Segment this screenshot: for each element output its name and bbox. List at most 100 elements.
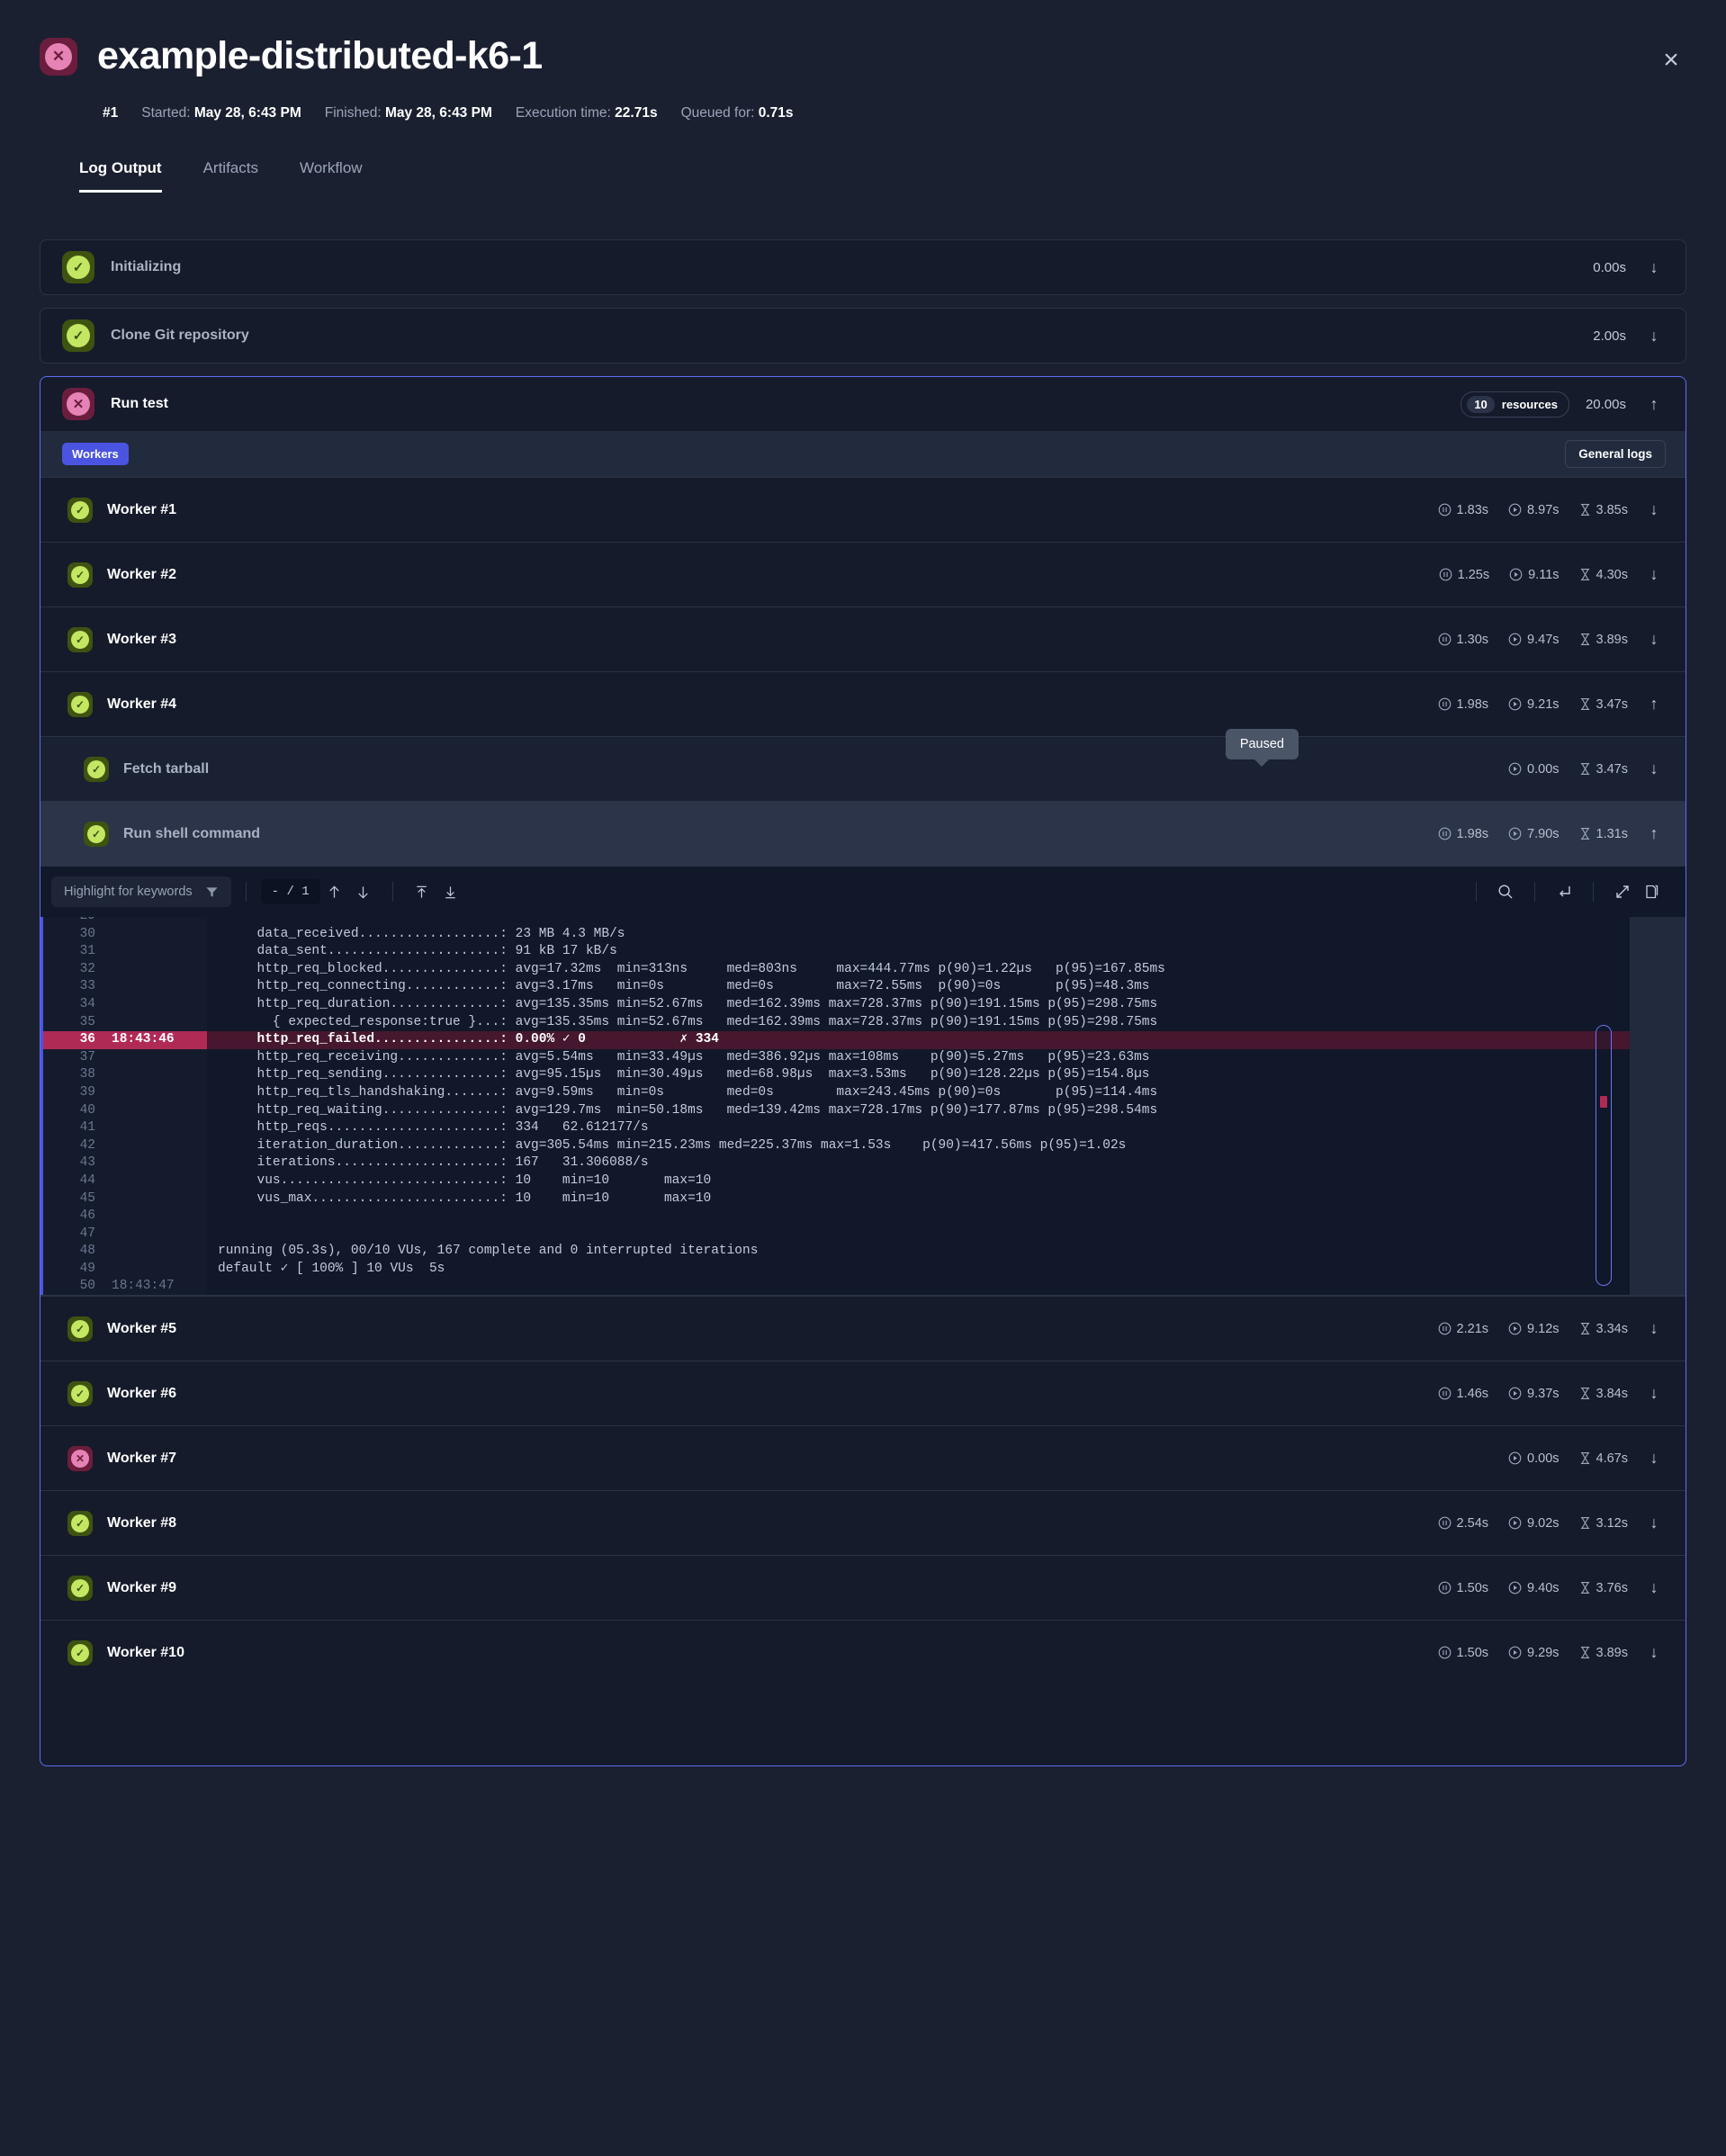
worker-status-fail-icon: ✕ (67, 1446, 93, 1471)
worker-row[interactable]: ✓ Worker #4 1.98s 9.21s 3.47s ↑ (40, 671, 1686, 736)
filter-icon[interactable] (205, 885, 219, 899)
log-line: 45 vus_max........................: 10 m… (43, 1190, 1630, 1208)
pause-circle-icon (1438, 633, 1452, 646)
step-header[interactable]: ✕ Run test 10 resources 20.00s ↑ (40, 377, 1686, 431)
worker-stats: 1.30s 9.47s 3.89s (1438, 633, 1628, 647)
runtime-value: 0.00s (1527, 1451, 1559, 1466)
log-line: 40 http_req_waiting...............: avg=… (43, 1102, 1630, 1120)
chevron-up-icon[interactable]: ↑ (1642, 822, 1666, 846)
worker-row[interactable]: ✓ Worker #10 1.50s 9.29s 3.89s ↓ (40, 1620, 1686, 1684)
resources-label: resources (1502, 398, 1558, 411)
chevron-down-icon[interactable]: ↓ (1642, 499, 1666, 522)
log-output-area[interactable]: 2930 data_received..................: 23… (40, 917, 1686, 1295)
log-line: 46 (43, 1208, 1630, 1226)
log-line: 49default ✓ [ 100% ] 10 VUs 5s (43, 1261, 1630, 1279)
tab-artifacts[interactable]: Artifacts (203, 159, 258, 193)
paused-duration: 1.98s (1438, 697, 1488, 712)
worker-row[interactable]: ✓ Worker #5 2.21s 9.12s 3.34s ↓ (40, 1296, 1686, 1361)
log-scrollbar[interactable] (1596, 1025, 1612, 1286)
log-line-number: 35 (43, 1014, 99, 1032)
close-icon[interactable]: × (1656, 45, 1686, 76)
meta-started: Started: May 28, 6:43 PM (141, 105, 301, 121)
arrow-up-icon[interactable] (320, 877, 349, 906)
hourglass-icon (1579, 827, 1591, 840)
log-line: 39 http_req_tls_handshaking.......: avg=… (43, 1084, 1630, 1102)
chevron-down-icon[interactable]: ↓ (1642, 1641, 1666, 1665)
worker-stats: 1.83s 8.97s 3.85s (1438, 503, 1628, 517)
expand-icon[interactable] (1608, 877, 1637, 906)
chevron-up-icon[interactable]: ↑ (1642, 693, 1666, 716)
log-line-number: 49 (43, 1261, 99, 1279)
play-circle-icon (1508, 633, 1522, 646)
chevron-down-icon[interactable]: ↓ (1642, 324, 1666, 347)
step-clone-git-repository[interactable]: ✓ Clone Git repository 2.00s ↓ (40, 308, 1686, 364)
search-icon[interactable] (1491, 877, 1520, 906)
log-line-text: http_req_receiving.............: avg=5.5… (207, 1049, 1630, 1067)
step-header[interactable]: ✓ Clone Git repository 2.00s ↓ (40, 309, 1686, 363)
arrow-down-icon[interactable] (349, 877, 378, 906)
worker-row[interactable]: ✓ Worker #8 2.54s 9.02s 3.12s ↓ (40, 1490, 1686, 1555)
log-line-text: iterations.....................: 167 31.… (207, 1154, 1630, 1172)
play-circle-icon (1508, 1322, 1522, 1335)
tab-log-output[interactable]: Log Output (79, 159, 162, 193)
chevron-down-icon[interactable]: ↓ (1642, 563, 1666, 587)
log-line: 35 { expected_response:true }...: avg=13… (43, 1014, 1630, 1032)
x-icon: ✕ (45, 43, 72, 70)
runtime-duration: 9.40s (1508, 1581, 1559, 1595)
log-line: 33 http_req_connecting............: avg=… (43, 978, 1630, 996)
chevron-down-icon[interactable]: ↓ (1642, 1317, 1666, 1341)
queued-duration: 3.89s (1579, 633, 1628, 647)
log-line-text: http_req_duration..............: avg=135… (207, 996, 1630, 1014)
worker-row[interactable]: ✓ Worker #2 1.25s 9.11s 4.30s ↓ (40, 542, 1686, 606)
jump-to-bottom-icon[interactable] (436, 877, 465, 906)
paused-value: 2.54s (1457, 1516, 1488, 1531)
substep-row-selected[interactable]: ✓ Run shell command 1.98s 7.90s 1.31s ↑ (40, 801, 1686, 866)
chevron-down-icon[interactable]: ↓ (1642, 758, 1666, 781)
wrap-lines-icon[interactable] (1550, 877, 1578, 906)
tab-workflow[interactable]: Workflow (300, 159, 363, 193)
general-logs-button[interactable]: General logs (1565, 440, 1666, 468)
step-status-success-icon: ✓ (62, 319, 94, 352)
copy-icon[interactable] (1637, 877, 1666, 906)
paused-duration: 1.25s (1439, 568, 1489, 582)
chevron-down-icon[interactable]: ↓ (1642, 256, 1666, 279)
worker-row[interactable]: ✓ Worker #1 1.83s 8.97s 3.85s ↓ (40, 477, 1686, 542)
chevron-down-icon[interactable]: ↓ (1642, 1577, 1666, 1600)
chevron-down-icon[interactable]: ↓ (1642, 628, 1666, 651)
workers-chip[interactable]: Workers (62, 443, 129, 465)
check-icon: ✓ (71, 1579, 89, 1597)
chevron-down-icon[interactable]: ↓ (1642, 1512, 1666, 1535)
substep-row[interactable]: ✓ Fetch tarball Paused 0.00s 3.47s ↓ (40, 736, 1686, 801)
check-icon: ✓ (71, 1320, 89, 1338)
step-initializing[interactable]: ✓ Initializing 0.00s ↓ (40, 239, 1686, 295)
worker-row[interactable]: ✓ Worker #3 1.30s 9.47s 3.89s ↓ (40, 606, 1686, 671)
log-line-text: http_req_failed................: 0.00% ✓… (207, 1031, 1630, 1049)
queued-duration: 3.85s (1579, 503, 1628, 517)
log-line-text: vus_max........................: 10 min=… (207, 1190, 1630, 1208)
highlight-keywords-input[interactable]: Highlight for keywords (51, 876, 231, 907)
log-line: 42 iteration_duration.............: avg=… (43, 1137, 1630, 1155)
log-scroll-region[interactable]: 2930 data_received..................: 23… (43, 917, 1630, 1295)
worker-row[interactable]: ✓ Worker #6 1.46s 9.37s 3.84s ↓ (40, 1361, 1686, 1425)
highlight-keywords-placeholder: Highlight for keywords (64, 885, 193, 899)
log-line-number: 45 (43, 1190, 99, 1208)
resources-badge[interactable]: 10 resources (1461, 391, 1569, 418)
worker-status-success-icon: ✓ (67, 498, 93, 523)
meta-execution-time-label: Execution time: (516, 105, 611, 121)
worker-row[interactable]: ✓ Worker #9 1.50s 9.40s 3.76s ↓ (40, 1555, 1686, 1620)
paused-value: 1.50s (1457, 1581, 1488, 1595)
paused-value: 1.50s (1457, 1646, 1488, 1660)
chevron-down-icon[interactable]: ↓ (1642, 1447, 1666, 1470)
chevron-up-icon[interactable]: ↑ (1642, 392, 1666, 416)
paused-value: 1.30s (1457, 633, 1488, 647)
log-line-text: data_received..................: 23 MB 4… (207, 926, 1630, 944)
step-header[interactable]: ✓ Initializing 0.00s ↓ (40, 240, 1686, 294)
worker-row[interactable]: ✕ Worker #7 0.00s 4.67s ↓ (40, 1425, 1686, 1490)
toolbar-divider (1476, 882, 1477, 902)
paused-duration: 2.21s (1438, 1322, 1488, 1336)
x-icon: ✕ (67, 392, 90, 416)
title-row: ✕ example-distributed-k6-1 (40, 34, 1686, 78)
chevron-down-icon[interactable]: ↓ (1642, 1382, 1666, 1406)
hourglass-icon (1579, 1516, 1591, 1530)
jump-to-top-icon[interactable] (408, 877, 436, 906)
